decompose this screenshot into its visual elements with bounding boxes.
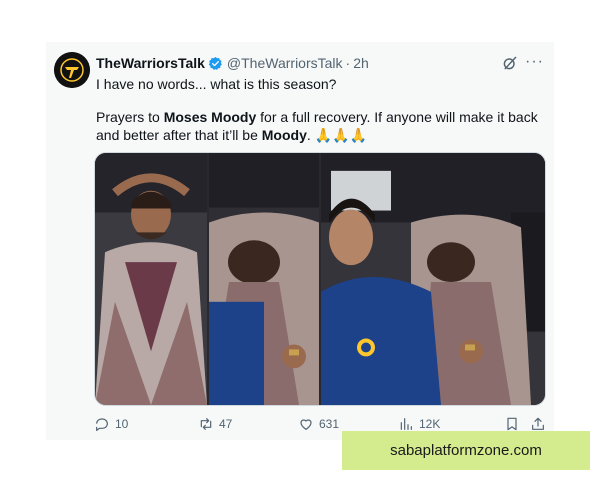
like-count: 631	[319, 417, 340, 431]
watermark-banner: sabaplatformzone.com	[342, 431, 590, 470]
tweet-text-part3: .	[306, 127, 315, 143]
bookmark-button[interactable]	[504, 416, 525, 432]
views-chart-icon	[400, 418, 412, 430]
avatar[interactable]	[54, 52, 90, 88]
media-image-1[interactable]	[95, 153, 207, 405]
tweet-text-body: Prayers to Moses Moody for a full recove…	[96, 108, 546, 144]
praying-hands-emoji: 🙏🙏🙏	[314, 127, 367, 143]
timestamp[interactable]: 2h	[353, 55, 369, 71]
reply-count: 10	[115, 417, 129, 431]
retweet-count: 47	[219, 417, 233, 431]
heart-icon	[300, 419, 312, 430]
media-grid[interactable]	[94, 152, 546, 406]
more-options-icon[interactable]: ···	[525, 54, 544, 70]
like-button[interactable]: 631	[298, 416, 339, 432]
reply-button[interactable]: 10	[94, 416, 128, 432]
tweet-text-part1: Prayers to	[96, 109, 164, 125]
views-count: 12K	[419, 417, 441, 431]
retweet-icon	[200, 418, 212, 430]
retweet-button[interactable]: 47	[198, 416, 232, 432]
share-button[interactable]	[530, 416, 551, 432]
handle[interactable]: @TheWarriorsTalk	[227, 55, 343, 71]
tweet-text-line1: I have no words... what is this season?	[96, 76, 337, 92]
media-image-3[interactable]	[321, 153, 545, 405]
share-icon	[532, 417, 544, 430]
tweet-card[interactable]: TheWarriorsTalk @TheWarriorsTalk · 2h ··…	[46, 42, 554, 440]
bookmark-icon	[507, 417, 517, 431]
warriors-logo-icon	[54, 52, 90, 88]
tweet-header: TheWarriorsTalk @TheWarriorsTalk · 2h	[96, 54, 369, 72]
reply-icon	[96, 418, 108, 431]
grok-icon[interactable]	[502, 55, 518, 71]
display-name[interactable]: TheWarriorsTalk	[96, 55, 205, 71]
mention-moses-moody: Moses Moody	[163, 109, 257, 125]
views-button[interactable]: 12K	[398, 416, 440, 432]
verified-badge-icon	[208, 56, 222, 70]
media-image-2[interactable]	[209, 153, 319, 405]
mention-moody: Moody	[261, 127, 307, 143]
separator-dot: ·	[345, 55, 351, 71]
